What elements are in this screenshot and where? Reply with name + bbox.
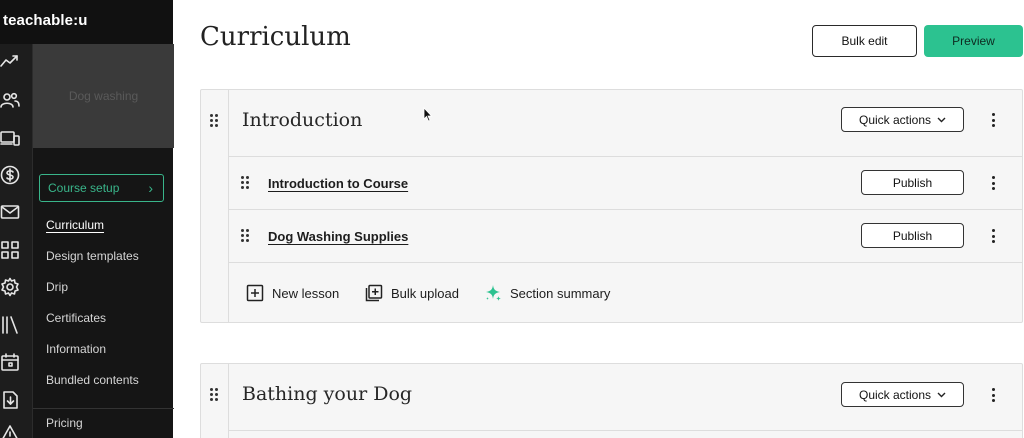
- warning-icon[interactable]: [0, 424, 20, 438]
- row-divider: [229, 156, 1022, 157]
- app-root: teachable:u Dog washing Course setup › C…: [0, 0, 1024, 438]
- section-title[interactable]: Introduction: [242, 109, 362, 131]
- row-divider: [229, 262, 1022, 263]
- course-setup-button[interactable]: Course setup ›: [39, 174, 164, 202]
- nav-item-drip[interactable]: Drip: [46, 280, 68, 294]
- mouse-cursor-icon: [423, 107, 433, 122]
- bulk-upload-label: Bulk upload: [391, 285, 459, 301]
- nav-item-information[interactable]: Information: [46, 342, 106, 356]
- drag-handle-icon[interactable]: [210, 388, 218, 401]
- more-options-icon[interactable]: [991, 113, 995, 127]
- course-setup-label: Course setup: [48, 181, 120, 195]
- course-nav-panel: Dog washing Course setup › Curriculum De…: [32, 44, 174, 438]
- nav-item-curriculum[interactable]: Curriculum: [46, 218, 104, 232]
- more-options-icon[interactable]: [991, 176, 995, 190]
- more-options-icon[interactable]: [991, 229, 995, 243]
- calendar-icon[interactable]: [0, 352, 20, 372]
- publish-button[interactable]: Publish: [861, 223, 964, 248]
- course-thumbnail-text: Dog washing: [68, 89, 139, 103]
- bulk-upload-icon: [365, 284, 383, 302]
- nav-divider: [33, 408, 174, 409]
- brand-logo[interactable]: teachable:u: [0, 0, 173, 44]
- nav-item-bundled-contents[interactable]: Bundled contents: [46, 373, 139, 387]
- dollar-icon[interactable]: [0, 165, 20, 185]
- settings-gear-icon[interactable]: [0, 277, 20, 297]
- row-divider: [229, 209, 1022, 210]
- section-card-introduction: Introduction Quick actions Introduction …: [200, 89, 1023, 323]
- section-summary-label: Section summary: [510, 285, 611, 301]
- drag-handle-icon[interactable]: [210, 114, 218, 127]
- mail-icon[interactable]: [0, 202, 20, 222]
- row-divider: [229, 430, 1022, 431]
- nav-item-pricing[interactable]: Pricing: [46, 416, 83, 430]
- devices-icon[interactable]: [0, 128, 20, 148]
- library-icon[interactable]: [0, 315, 20, 335]
- quick-actions-label: Quick actions: [858, 112, 932, 127]
- page-title: Curriculum: [200, 22, 351, 52]
- nav-item-design-templates[interactable]: Design templates: [46, 249, 139, 263]
- publish-button[interactable]: Publish: [861, 170, 964, 195]
- section-card-bathing: Bathing your Dog Quick actions: [200, 363, 1023, 438]
- section-title[interactable]: Bathing your Dog: [242, 383, 412, 405]
- course-thumbnail: Dog washing: [33, 44, 174, 148]
- bulk-edit-button[interactable]: Bulk edit: [812, 25, 917, 57]
- chevron-right-icon: ›: [148, 180, 153, 196]
- lesson-title-link[interactable]: Dog Washing Supplies: [268, 229, 408, 244]
- lesson-title-link[interactable]: Introduction to Course: [268, 176, 408, 191]
- chevron-down-icon: [937, 392, 946, 397]
- plus-square-icon: [246, 284, 264, 302]
- more-options-icon[interactable]: [991, 388, 995, 402]
- icon-rail: [0, 0, 32, 438]
- users-icon[interactable]: [0, 90, 20, 110]
- preview-button[interactable]: Preview: [924, 25, 1023, 57]
- analytics-icon[interactable]: [0, 52, 20, 72]
- chevron-down-icon: [937, 117, 946, 122]
- drag-handle-icon[interactable]: [241, 176, 249, 189]
- quick-actions-label: Quick actions: [858, 387, 932, 402]
- new-lesson-action[interactable]: New lesson: [246, 284, 339, 302]
- quick-actions-button[interactable]: Quick actions: [841, 382, 964, 407]
- bulk-upload-action[interactable]: Bulk upload: [365, 284, 459, 302]
- apps-grid-icon[interactable]: [0, 240, 20, 260]
- section-summary-action[interactable]: Section summary: [484, 284, 610, 302]
- nav-item-certificates[interactable]: Certificates: [46, 311, 106, 325]
- download-icon[interactable]: [0, 390, 20, 410]
- drag-handle-icon[interactable]: [241, 229, 249, 242]
- sparkle-icon: [486, 285, 501, 301]
- section-handle-column: [201, 364, 229, 438]
- quick-actions-button[interactable]: Quick actions: [841, 107, 964, 132]
- new-lesson-label: New lesson: [272, 285, 340, 301]
